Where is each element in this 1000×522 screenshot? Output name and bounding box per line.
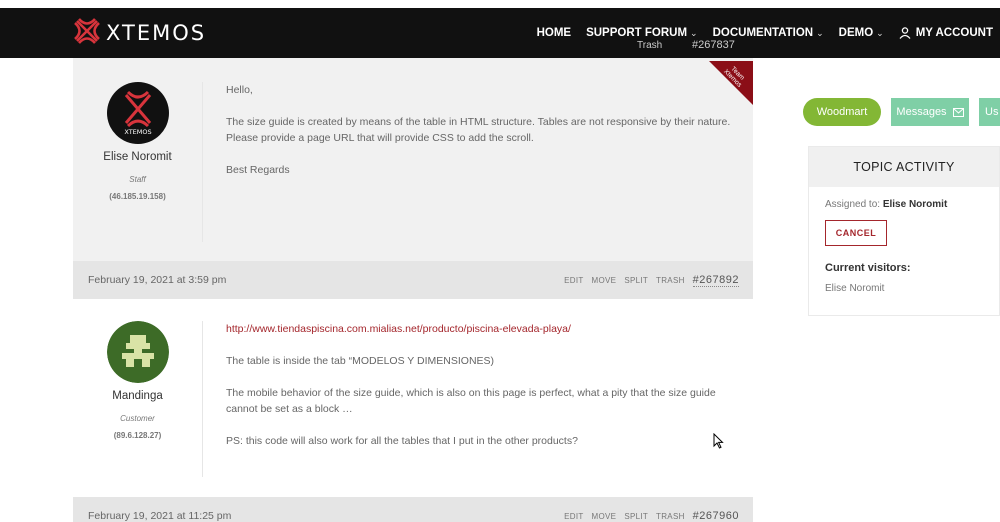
post-paragraph: The mobile behavior of the size guide, w… <box>226 387 716 415</box>
move-link[interactable]: MOVE <box>592 276 617 285</box>
topic-activity-title: TOPIC ACTIVITY <box>809 147 999 187</box>
author-ip: (46.185.19.158) <box>109 192 166 201</box>
author-ip: (89.6.128.27) <box>113 431 162 440</box>
trash-link[interactable]: TRASH <box>656 512 685 521</box>
assigned-label: Assigned to: <box>825 199 881 210</box>
edit-link[interactable]: EDIT <box>564 512 583 521</box>
nav-home[interactable]: HOME <box>537 27 572 39</box>
nav-support-forum-label: SUPPORT FORUM <box>586 27 688 39</box>
tab-woodmart[interactable]: Woodmart <box>803 98 881 126</box>
top-strip <box>0 0 1000 8</box>
trash-link[interactable]: TRASH <box>656 276 685 285</box>
author-name[interactable]: Elise Noromit <box>73 151 202 163</box>
post-date: February 19, 2021 at 11:25 pm <box>88 510 232 522</box>
nav-demo-label: DEMO <box>838 27 874 39</box>
tab-messages[interactable]: Messages <box>891 98 969 126</box>
logo[interactable]: XTEMOS <box>72 17 206 49</box>
post-paragraph: The size guide is created by means of th… <box>226 116 731 144</box>
post-body: XTEMOS Elise Noromit Staff (46.185.19.15… <box>73 58 753 261</box>
site-header: XTEMOS HOME SUPPORT FORUM ⌄ DOCUMENTATION… <box>0 8 1000 58</box>
tab-user[interactable]: Us <box>979 98 1000 126</box>
nav-my-account[interactable]: MY ACCOUNT <box>899 27 993 39</box>
nav-documentation-label: DOCUMENTATION <box>712 27 814 39</box>
nav-my-account-label: MY ACCOUNT <box>915 27 993 39</box>
post-date: February 19, 2021 at 3:59 pm <box>88 274 227 286</box>
split-link[interactable]: SPLIT <box>624 276 648 285</box>
post-paragraph: PS: this code will also work for all the… <box>226 435 578 447</box>
nav-home-label: HOME <box>536 27 572 39</box>
post-permalink[interactable]: #267960 <box>692 510 739 522</box>
split-link[interactable]: SPLIT <box>624 512 648 521</box>
author-role: Customer <box>120 414 155 423</box>
user-icon <box>899 27 911 39</box>
ghost-trash-action: Trash <box>637 40 663 51</box>
chevron-down-icon: ⌄ <box>816 27 824 38</box>
post-author: XTEMOS Elise Noromit Staff (46.185.19.15… <box>73 82 203 242</box>
post-paragraph: The table is inside the tab “MODELOS Y D… <box>226 355 495 367</box>
post-body: Mandinga Customer (89.6.128.27) http://w… <box>73 299 753 497</box>
tab-messages-label: Messages <box>896 106 947 118</box>
current-visitors-title: Current visitors: <box>825 262 911 274</box>
chevron-down-icon: ⌄ <box>690 27 698 38</box>
avatar: XTEMOS <box>106 82 169 144</box>
mouse-cursor-icon <box>713 432 724 454</box>
avatar <box>106 321 169 383</box>
author-name[interactable]: Mandinga <box>73 390 202 402</box>
cancel-button[interactable]: CANCEL <box>825 220 887 246</box>
envelope-icon <box>952 107 964 117</box>
assigned-to: Assigned to: Elise Noromit <box>825 199 999 210</box>
post-paragraph: Best Regards <box>226 164 290 176</box>
post-content: http://www.tiendaspiscina.com.mialias.ne… <box>226 321 753 497</box>
move-link[interactable]: MOVE <box>592 512 617 521</box>
main-nav: HOME SUPPORT FORUM ⌄ DOCUMENTATION ⌄ DEMO ⌄… <box>522 8 993 58</box>
nav-demo[interactable]: DEMO ⌄ <box>839 27 884 39</box>
product-link[interactable]: http://www.tiendaspiscina.com.mialias.ne… <box>226 323 571 335</box>
post-header: February 19, 2021 at 11:25 pm EDIT MOVE … <box>73 497 753 522</box>
topic-activity-panel: TOPIC ACTIVITY Assigned to: Elise Noromi… <box>808 146 1000 316</box>
avatar-text: XTEMOS <box>124 128 151 136</box>
post-content: Hello, The size guide is created by mean… <box>226 82 753 261</box>
sidebar-tabs: Woodmart Messages Us <box>803 98 1000 126</box>
post-paragraph: Hello, <box>226 84 253 96</box>
logo-text: XTEMOS <box>106 21 207 45</box>
post-header: February 19, 2021 at 3:59 pm EDIT MOVE S… <box>73 261 753 299</box>
posts-column: XTEMOS Elise Noromit Staff (46.185.19.15… <box>73 58 753 522</box>
edit-link[interactable]: EDIT <box>564 276 583 285</box>
author-role: Staff <box>129 175 146 184</box>
post-author: Mandinga Customer (89.6.128.27) <box>73 321 203 477</box>
visitor-item: Elise Noromit <box>825 283 885 294</box>
nav-support-forum[interactable]: SUPPORT FORUM ⌄ <box>586 27 698 39</box>
nav-documentation[interactable]: DOCUMENTATION ⌄ <box>713 27 824 39</box>
assigned-name: Elise Noromit <box>882 199 948 210</box>
chevron-down-icon: ⌄ <box>876 27 884 38</box>
ghost-permalink: #267837 <box>692 39 735 51</box>
post-permalink[interactable]: #267892 <box>692 274 739 287</box>
xtemos-logo-icon <box>72 16 102 51</box>
team-ribbon: Team Xtemos <box>709 61 753 105</box>
